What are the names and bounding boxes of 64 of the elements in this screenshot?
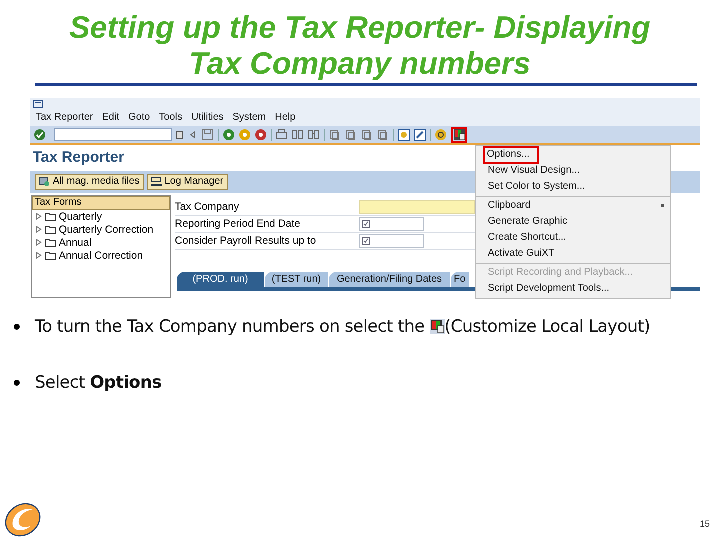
window-menu-icon[interactable]: [33, 100, 43, 109]
menu-item[interactable]: Script Development Tools...: [476, 281, 670, 297]
expand-arrow-icon[interactable]: [35, 239, 42, 246]
field-label: Tax Company: [175, 201, 240, 213]
menu-item[interactable]: Set Color to System...: [476, 179, 670, 195]
customize-layout-icon: [430, 319, 445, 334]
menu-item[interactable]: Activate GuiXT: [476, 246, 670, 262]
bullet-icon: [14, 324, 20, 330]
field-label: Consider Payroll Results up to: [175, 235, 318, 247]
expand-arrow-icon[interactable]: [35, 226, 42, 233]
back-arrow-icon[interactable]: [188, 128, 198, 140]
expand-arrow-icon[interactable]: [35, 252, 42, 259]
tab[interactable]: (TEST run): [265, 272, 329, 287]
menu-item[interactable]: Generate Graphic: [476, 214, 670, 230]
slide-title: Setting up the Tax Reporter- Displaying Tax Company numbers: [68, 10, 652, 82]
dropdown-icon[interactable]: [176, 128, 184, 140]
command-field[interactable]: [54, 128, 172, 141]
page-number: 15: [700, 518, 710, 531]
expand-arrow-icon[interactable]: [35, 213, 42, 220]
print-icon[interactable]: [276, 128, 288, 140]
input-field[interactable]: [359, 234, 424, 248]
tab[interactable]: (PROD. run): [177, 272, 265, 287]
enter-icon[interactable]: [34, 128, 46, 140]
tree-item[interactable]: Quarterly: [59, 210, 102, 222]
bullet-text: Select Options: [35, 372, 163, 394]
menu-item[interactable]: Edit: [102, 112, 120, 124]
menu-item[interactable]: New Visual Design...: [476, 163, 670, 179]
toolbar-button[interactable]: All mag. media files: [35, 174, 144, 190]
screen-title: Tax Reporter: [33, 152, 124, 164]
folder-icon: [45, 225, 56, 234]
menu-item[interactable]: Clipboard: [476, 198, 670, 214]
folder-icon: [45, 212, 56, 221]
tree-item[interactable]: Quarterly Correction: [59, 224, 154, 236]
log-icon: [150, 177, 162, 187]
customize-layout-button[interactable]: [451, 126, 467, 142]
menu-item[interactable]: Tools: [159, 112, 183, 124]
folder-icon: [45, 238, 56, 247]
tab[interactable]: Generation/Filing Dates: [329, 272, 451, 287]
menu-item[interactable]: System: [232, 112, 266, 124]
folder-icon: [45, 251, 56, 260]
input-field[interactable]: [359, 200, 475, 214]
required-icon: [362, 220, 370, 228]
save-icon[interactable]: [202, 128, 214, 140]
highlight-frame: Options...: [486, 149, 536, 161]
tree-item[interactable]: Annual: [59, 236, 92, 248]
logo-icon: [3, 502, 43, 538]
required-icon: [362, 237, 370, 245]
menu-item[interactable]: Help: [275, 112, 296, 124]
bullet-icon: [14, 380, 20, 386]
tree-title: Tax Forms: [32, 196, 170, 210]
menu-item[interactable]: Utilities: [192, 112, 224, 124]
help-icon[interactable]: [435, 128, 447, 140]
menu-item[interactable]: Create Shortcut...: [476, 230, 670, 246]
menu-item[interactable]: Tax Reporter: [36, 112, 94, 124]
tree-item[interactable]: Annual Correction: [59, 250, 144, 262]
toolbar-button[interactable]: Log Manager: [146, 174, 228, 190]
menu-item[interactable]: Options...: [476, 147, 670, 163]
bullet-text: To turn the Tax Company numbers on select the (Customize Local Layout): [35, 316, 652, 338]
field-label: Reporting Period End Date: [175, 218, 302, 230]
media-icon: [39, 177, 50, 187]
tab[interactable]: Fo: [451, 272, 470, 287]
input-field[interactable]: [359, 217, 424, 231]
shortcut-icon[interactable]: [414, 128, 426, 140]
menu-item[interactable]: Goto: [128, 112, 150, 124]
